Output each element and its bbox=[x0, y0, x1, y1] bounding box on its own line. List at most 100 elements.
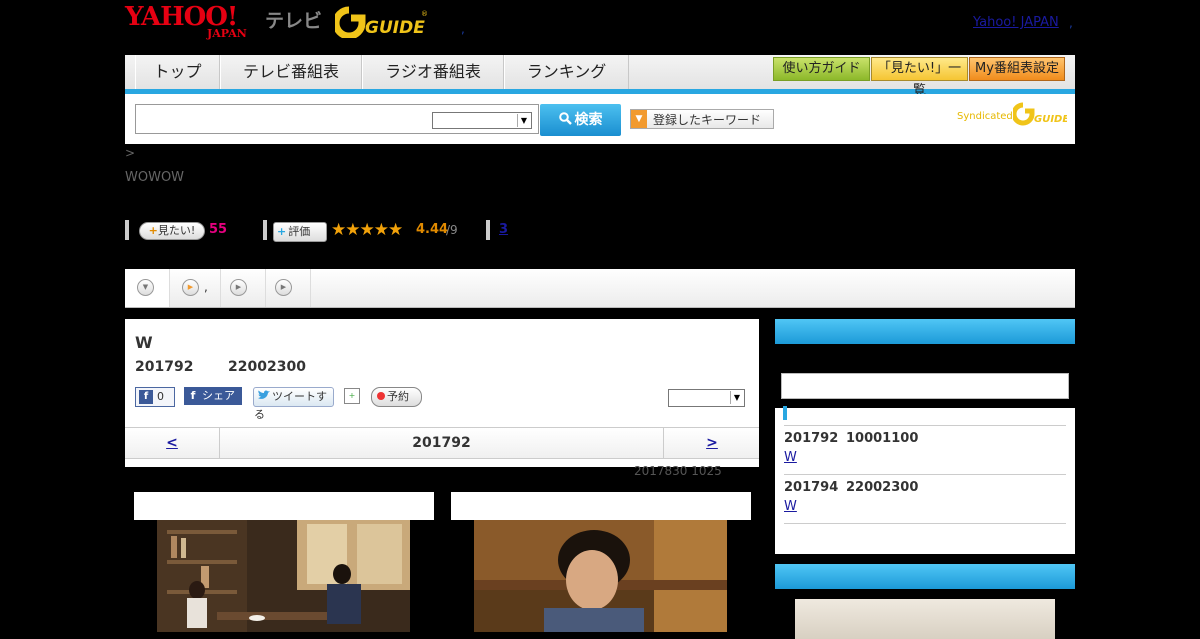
search-button-label: 検索 bbox=[574, 112, 603, 128]
channel-name: WOWOW bbox=[125, 170, 185, 185]
tab-details[interactable]: ▼ bbox=[125, 269, 170, 307]
sidebar-ad-image[interactable] bbox=[795, 599, 1055, 639]
yahoo-japan-link[interactable]: Yahoo! JAPAN bbox=[973, 15, 1059, 30]
list-item: 201792 10001100 W bbox=[784, 425, 1066, 474]
review-count-link[interactable]: 3 bbox=[499, 222, 508, 237]
program-stats: +見たい! 55 + 評価 ★★★★★ 4.44 /9 3 bbox=[125, 220, 725, 242]
broadcast-title-link[interactable]: W bbox=[784, 450, 797, 465]
search-button[interactable]: 検索 bbox=[540, 104, 621, 136]
rate-button[interactable]: + 評価 bbox=[273, 222, 327, 242]
facebook-share-label: シェア bbox=[202, 389, 235, 402]
nav-top[interactable]: トップ bbox=[135, 55, 220, 89]
date-pager: < 201792 > bbox=[125, 427, 759, 459]
chevron-down-icon: ▼ bbox=[137, 279, 154, 296]
tab-related[interactable]: ▶ , bbox=[170, 269, 221, 307]
want-to-watch-label: 見たい! bbox=[157, 224, 196, 237]
photo-card bbox=[134, 492, 434, 632]
svg-text:®: ® bbox=[421, 10, 427, 18]
twitter-icon bbox=[258, 390, 270, 399]
facebook-icon: f bbox=[190, 389, 196, 402]
upcoming-broadcasts-panel: 201792 10001100 W 201794 22002300 W bbox=[775, 319, 1075, 554]
syndicated-gguide-logo: GUIDE bbox=[1013, 102, 1067, 126]
next-date-link[interactable]: > bbox=[663, 428, 760, 458]
facebook-like-count: 0 bbox=[157, 390, 164, 403]
divider bbox=[263, 220, 267, 240]
section-marker bbox=[783, 406, 787, 420]
svg-text:GUIDE: GUIDE bbox=[1034, 114, 1067, 125]
nav-tv-schedule[interactable]: テレビ番組表 bbox=[220, 55, 362, 89]
syndicated-label: Syndicated bbox=[957, 111, 1013, 122]
chevron-down-icon: ▼ bbox=[730, 391, 743, 404]
list-item: 201794 22002300 W bbox=[784, 474, 1066, 523]
want-to-watch-count: 55 bbox=[209, 222, 228, 237]
broadcast-title-link[interactable]: W bbox=[784, 499, 797, 514]
dropdown-triangle-icon: ▼ bbox=[631, 110, 647, 128]
program-option-select[interactable]: ▼ bbox=[668, 389, 745, 407]
tv-logo-text[interactable]: テレビ bbox=[265, 6, 322, 33]
nav-ranking[interactable]: ランキング bbox=[504, 55, 629, 89]
gguide-logo[interactable]: GUIDE ® bbox=[335, 6, 427, 38]
breadcrumb[interactable]: > bbox=[125, 146, 135, 160]
page: YAHOO! JAPAN テレビ GUIDE ® , Yahoo! JAPAN … bbox=[125, 0, 1075, 639]
program-tabs: ▼ ▶ , ▶ ▶ bbox=[125, 269, 1075, 308]
watchlist-button[interactable]: 「見たい!」一覧 bbox=[871, 57, 968, 98]
tweet-button[interactable]: ツイートする bbox=[253, 387, 334, 421]
tab-cast[interactable]: ▶ bbox=[266, 269, 311, 307]
my-schedule-settings-button[interactable]: My番組表設定 bbox=[969, 57, 1065, 81]
play-icon: ▶ bbox=[275, 279, 292, 296]
tab-reviews[interactable]: ▶ bbox=[221, 269, 266, 307]
header-separator-2: , bbox=[1069, 16, 1073, 30]
usage-guide-button[interactable]: 使い方ガイド bbox=[773, 57, 870, 81]
photo-caption-bar bbox=[134, 492, 434, 520]
saved-keywords-button[interactable]: ▼ 登録したキーワード bbox=[630, 109, 774, 129]
divider bbox=[486, 220, 490, 240]
tab-related-label: , bbox=[204, 280, 208, 294]
program-photo-image bbox=[157, 520, 410, 632]
list-divider bbox=[784, 523, 1066, 524]
rating-value: 4.44 bbox=[416, 222, 449, 237]
site-header: YAHOO! JAPAN テレビ GUIDE ® , Yahoo! JAPAN … bbox=[125, 0, 1075, 50]
rate-label: 評価 bbox=[288, 225, 311, 238]
photo-caption-bar bbox=[451, 492, 751, 520]
header-separator: , bbox=[461, 22, 465, 36]
record-reserve-button[interactable]: 予約 bbox=[371, 387, 422, 407]
sidebar-input[interactable] bbox=[781, 373, 1069, 399]
facebook-icon: f bbox=[139, 390, 153, 404]
sidebar-section-header bbox=[775, 564, 1075, 589]
program-title: W bbox=[135, 333, 153, 352]
photo-card bbox=[451, 492, 751, 632]
program-date: 201792 bbox=[135, 359, 194, 375]
program-time: 22002300 bbox=[228, 359, 306, 375]
broadcast-date: 201794 bbox=[784, 480, 839, 495]
sidebar-section-body bbox=[775, 589, 1075, 639]
record-reserve-label: 予約 bbox=[387, 390, 409, 403]
broadcast-time: 10001100 bbox=[846, 431, 919, 446]
rating-stars: ★★★★★ bbox=[331, 220, 403, 240]
search-category-select[interactable]: ▼ bbox=[432, 112, 532, 129]
yahoo-japan-sublogo: JAPAN bbox=[207, 27, 247, 40]
broadcast-date: 201792 bbox=[784, 431, 839, 446]
search-icon bbox=[558, 112, 572, 125]
search-bar: ▼ 検索 ▼ 登録したキーワード Syndicated GUIDE bbox=[125, 94, 1075, 144]
svg-text:GUIDE: GUIDE bbox=[365, 18, 425, 38]
program-panel: W 201792 22002300 f0 f シェア ツイートする + 予約 ▼ … bbox=[125, 319, 759, 467]
nav-radio-schedule[interactable]: ラジオ番組表 bbox=[362, 55, 504, 89]
program-photo[interactable] bbox=[474, 520, 727, 632]
global-nav: トップ テレビ番組表 ラジオ番組表 ランキング 使い方ガイド 「見たい!」一覧 … bbox=[125, 55, 1075, 98]
calendar-icon[interactable]: + bbox=[344, 388, 360, 404]
last-updated: 2017830 1025 bbox=[634, 464, 722, 478]
program-photo[interactable] bbox=[157, 520, 410, 632]
previous-date-link[interactable]: < bbox=[125, 428, 220, 458]
chevron-down-icon: ▼ bbox=[517, 114, 530, 127]
record-dot-icon bbox=[377, 392, 385, 400]
play-icon: ▶ bbox=[230, 279, 247, 296]
facebook-share-button[interactable]: f シェア bbox=[184, 387, 242, 405]
sidebar-header bbox=[775, 319, 1075, 344]
want-to-watch-button[interactable]: +見たい! bbox=[139, 222, 205, 240]
divider bbox=[125, 220, 129, 240]
program-photo-image bbox=[474, 520, 727, 632]
facebook-like-button[interactable]: f0 bbox=[135, 387, 175, 407]
play-icon: ▶ bbox=[182, 279, 199, 296]
rating-stars-icon: ★★★★★ bbox=[331, 220, 403, 240]
rating-count: /9 bbox=[446, 223, 458, 237]
